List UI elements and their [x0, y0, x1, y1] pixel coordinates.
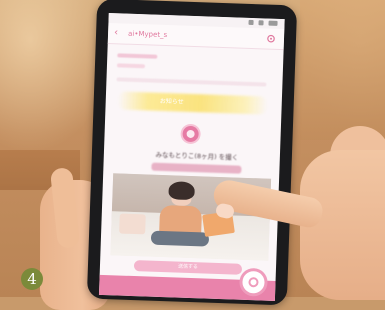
- step-number-badge: 4: [21, 268, 43, 290]
- baby-legs: [150, 230, 210, 247]
- send-button-label: 送信する: [177, 263, 199, 271]
- content-line: [116, 63, 146, 69]
- app-title: ai•Mypet_s: [127, 29, 168, 40]
- nav-item-messages[interactable]: [197, 280, 232, 297]
- nav-item-home[interactable]: [109, 277, 144, 294]
- send-button[interactable]: 送信する: [133, 260, 243, 275]
- chevron-left-icon[interactable]: ‹: [114, 27, 124, 38]
- background-wall: [300, 0, 385, 140]
- message-title: みなもとりこ(8ヶ月) を撮く: [155, 150, 239, 162]
- photo-toy: [119, 213, 146, 235]
- signal-icon: [248, 19, 254, 26]
- nav-item-album[interactable]: [153, 279, 188, 296]
- heart-icon: [248, 277, 259, 288]
- pet-icon: [182, 125, 199, 143]
- gear-icon[interactable]: [266, 34, 276, 44]
- smartphone: ‹ ai•Mypet_s お知らせ みなもとりこ(8ヶ月) を撮く 送信する: [86, 0, 298, 306]
- content-line: [116, 77, 267, 87]
- phone-screen: ‹ ai•Mypet_s お知らせ みなもとりこ(8ヶ月) を撮く 送信する: [98, 13, 285, 301]
- content-line: [117, 53, 158, 59]
- pet-icon-glyph: [186, 129, 195, 139]
- battery-icon: [268, 20, 278, 26]
- banner-text: お知らせ: [159, 97, 184, 106]
- wifi-icon: [258, 20, 264, 26]
- baby-hair: [168, 181, 195, 201]
- message-subtitle: [151, 162, 242, 174]
